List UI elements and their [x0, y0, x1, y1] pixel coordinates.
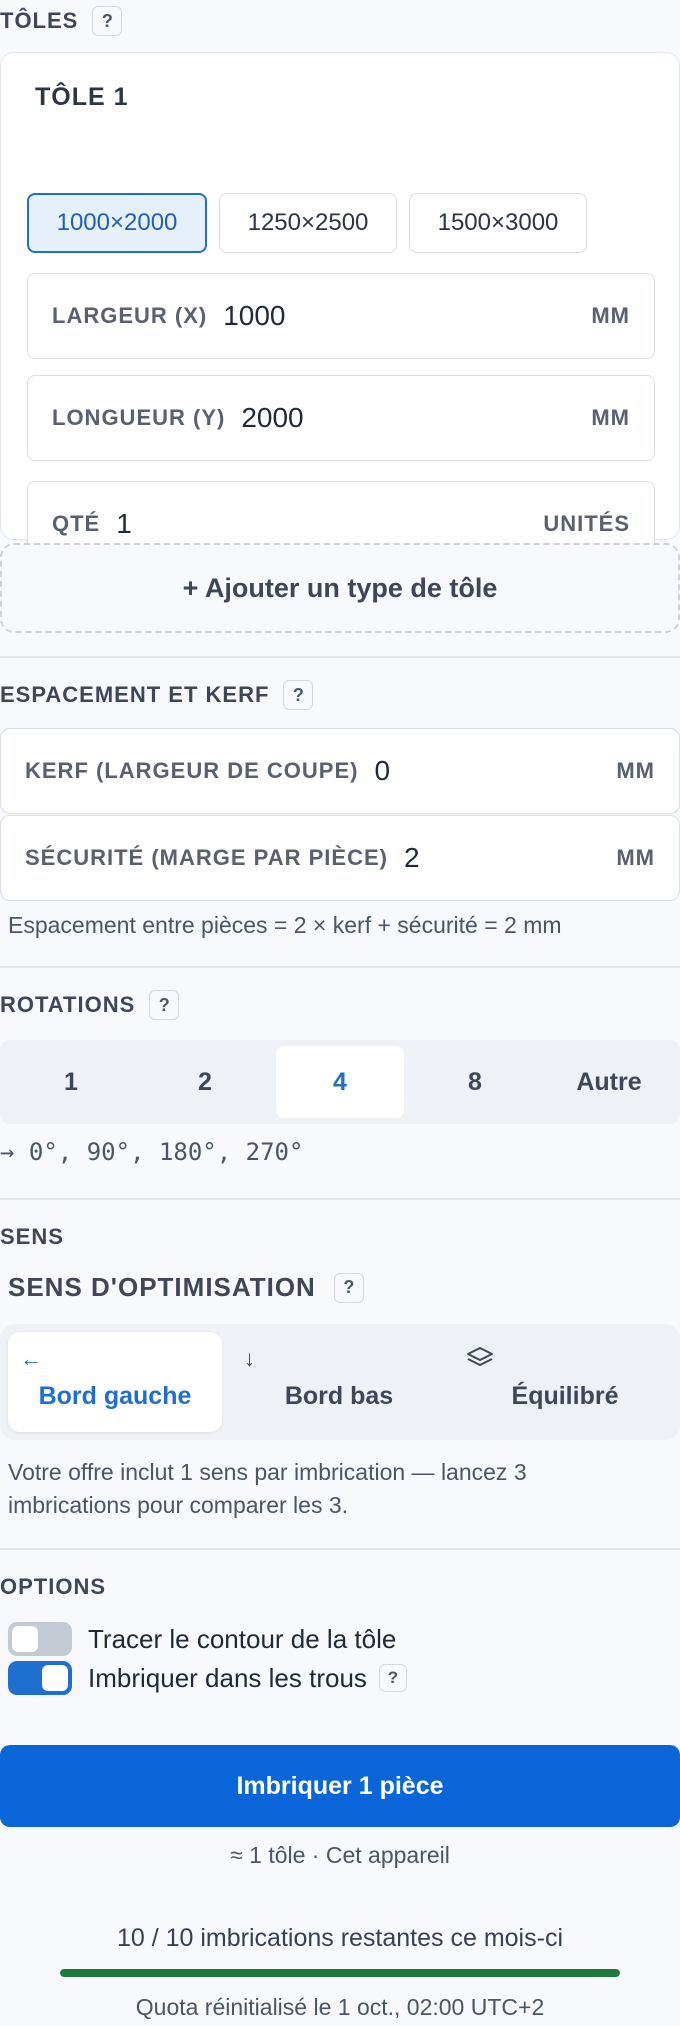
sheets-title: TÔLES	[0, 8, 79, 33]
direction-section-title: SENS	[0, 1224, 64, 1249]
sheet-card: TÔLE 1 1000×2000 1250×2500 1500×3000 LAR…	[0, 52, 680, 567]
safety-input[interactable]: 2	[404, 842, 616, 874]
nest-in-holes-help-button[interactable]: ?	[378, 1664, 407, 1692]
spacing-title: ESPACEMENT ET KERF	[0, 682, 270, 707]
length-label: LONGUEUR (Y)	[52, 405, 226, 430]
quota-progress-fill	[60, 1969, 620, 1977]
length-input[interactable]: 2000	[241, 402, 591, 434]
direction-subtitle-row: SENS D'OPTIMISATION ?	[8, 1272, 364, 1303]
rotation-option-2[interactable]: 2	[140, 1046, 270, 1118]
safety-unit: MM	[616, 845, 655, 870]
rotation-option-4[interactable]: 4	[276, 1046, 404, 1118]
kerf-field[interactable]: KERF (LARGEUR DE COUPE) 0 MM	[0, 728, 680, 814]
width-input[interactable]: 1000	[223, 300, 591, 332]
options-section-title: OPTIONS	[0, 1574, 107, 1599]
rotation-angles: → 0°, 90°, 180°, 270°	[0, 1138, 304, 1166]
direction-option-balanced[interactable]: Équilibré	[458, 1332, 672, 1432]
trace-outline-text: Tracer le contour de la tôle	[88, 1623, 397, 1654]
spacing-section-title: ESPACEMENT ET KERF ?	[0, 680, 314, 710]
quantity-input[interactable]: 1	[116, 508, 543, 540]
preset-1000x2000[interactable]: 1000×2000	[27, 193, 207, 253]
safety-field[interactable]: SÉCURITÉ (MARGE PAR PIÈCE) 2 MM	[0, 815, 680, 901]
rotation-option-1[interactable]: 1	[6, 1046, 136, 1118]
rotations-segmented-control: 1 2 4 8 Autre	[0, 1040, 680, 1124]
direction-option-bottom-edge[interactable]: ↓ Bord bas	[232, 1332, 446, 1432]
direction-label-left-edge: Bord gauche	[38, 1382, 192, 1410]
spacing-note: Espacement entre pièces = 2 × kerf + séc…	[8, 912, 562, 938]
rotation-option-8[interactable]: 8	[410, 1046, 540, 1118]
rotation-option-other[interactable]: Autre	[544, 1046, 674, 1118]
preset-1500x3000[interactable]: 1500×3000	[409, 193, 587, 253]
length-field[interactable]: LONGUEUR (Y) 2000 MM	[27, 375, 655, 461]
safety-label: SÉCURITÉ (MARGE PAR PIÈCE)	[25, 845, 388, 870]
arrow-down-icon: ↓	[244, 1346, 255, 1371]
quota-progress-track	[60, 1969, 620, 1977]
layers-icon	[466, 1346, 494, 1378]
add-sheet-type-button[interactable]: + Ajouter un type de tôle	[0, 543, 680, 633]
sheets-help-button[interactable]: ?	[92, 6, 123, 36]
quota-text: 10 / 10 imbrications restantes ce mois-c…	[116, 1924, 563, 1952]
spacing-help-button[interactable]: ?	[283, 680, 314, 710]
toggle-knob	[12, 1626, 38, 1652]
nest-in-holes-toggle[interactable]	[8, 1661, 72, 1695]
length-unit: MM	[591, 405, 630, 430]
kerf-input[interactable]: 0	[374, 755, 616, 787]
direction-option-left-edge[interactable]: ← Bord gauche	[8, 1332, 222, 1432]
nest-in-holes-label: Imbriquer dans les trous ?	[88, 1661, 407, 1695]
kerf-label: KERF (LARGEUR DE COUPE)	[25, 758, 359, 783]
nest-estimate: ≈ 1 tôle · Cet appareil	[230, 1842, 450, 1868]
sheet-title: TÔLE 1	[35, 83, 129, 111]
width-unit: MM	[591, 303, 630, 328]
trace-outline-toggle[interactable]	[8, 1622, 72, 1656]
direction-label-balanced: Équilibré	[511, 1382, 619, 1410]
quantity-label: QTÉ	[52, 511, 101, 536]
divider	[0, 966, 680, 968]
rotations-title: ROTATIONS	[0, 992, 136, 1017]
rotations-section-title: ROTATIONS ?	[0, 990, 180, 1020]
quantity-unit: UNITÉS	[543, 511, 630, 536]
width-label: LARGEUR (X)	[52, 303, 208, 328]
rotations-help-button[interactable]: ?	[149, 990, 180, 1020]
trace-outline-label: Tracer le contour de la tôle	[88, 1622, 396, 1656]
quota-reset-text: Quota réinitialisé le 1 oct., 02:00 UTC+…	[135, 1994, 545, 2020]
preset-1250x2500[interactable]: 1250×2500	[219, 193, 397, 253]
direction-subtitle: SENS D'OPTIMISATION	[8, 1272, 316, 1302]
direction-help-button[interactable]: ?	[333, 1272, 364, 1303]
direction-note: Votre offre inclut 1 sens par imbricatio…	[8, 1459, 527, 1518]
sheets-section-title: TÔLES ?	[0, 6, 123, 36]
direction-label-bottom-edge: Bord bas	[284, 1382, 394, 1410]
divider	[0, 1198, 680, 1200]
nest-button[interactable]: Imbriquer 1 pièce	[0, 1745, 680, 1827]
arrow-left-icon: ←	[20, 1346, 42, 1371]
divider	[0, 656, 680, 658]
kerf-unit: MM	[616, 758, 655, 783]
nest-in-holes-text: Imbriquer dans les trous	[88, 1662, 367, 1693]
toggle-knob	[42, 1665, 68, 1691]
divider	[0, 1548, 680, 1550]
width-field[interactable]: LARGEUR (X) 1000 MM	[27, 273, 655, 359]
